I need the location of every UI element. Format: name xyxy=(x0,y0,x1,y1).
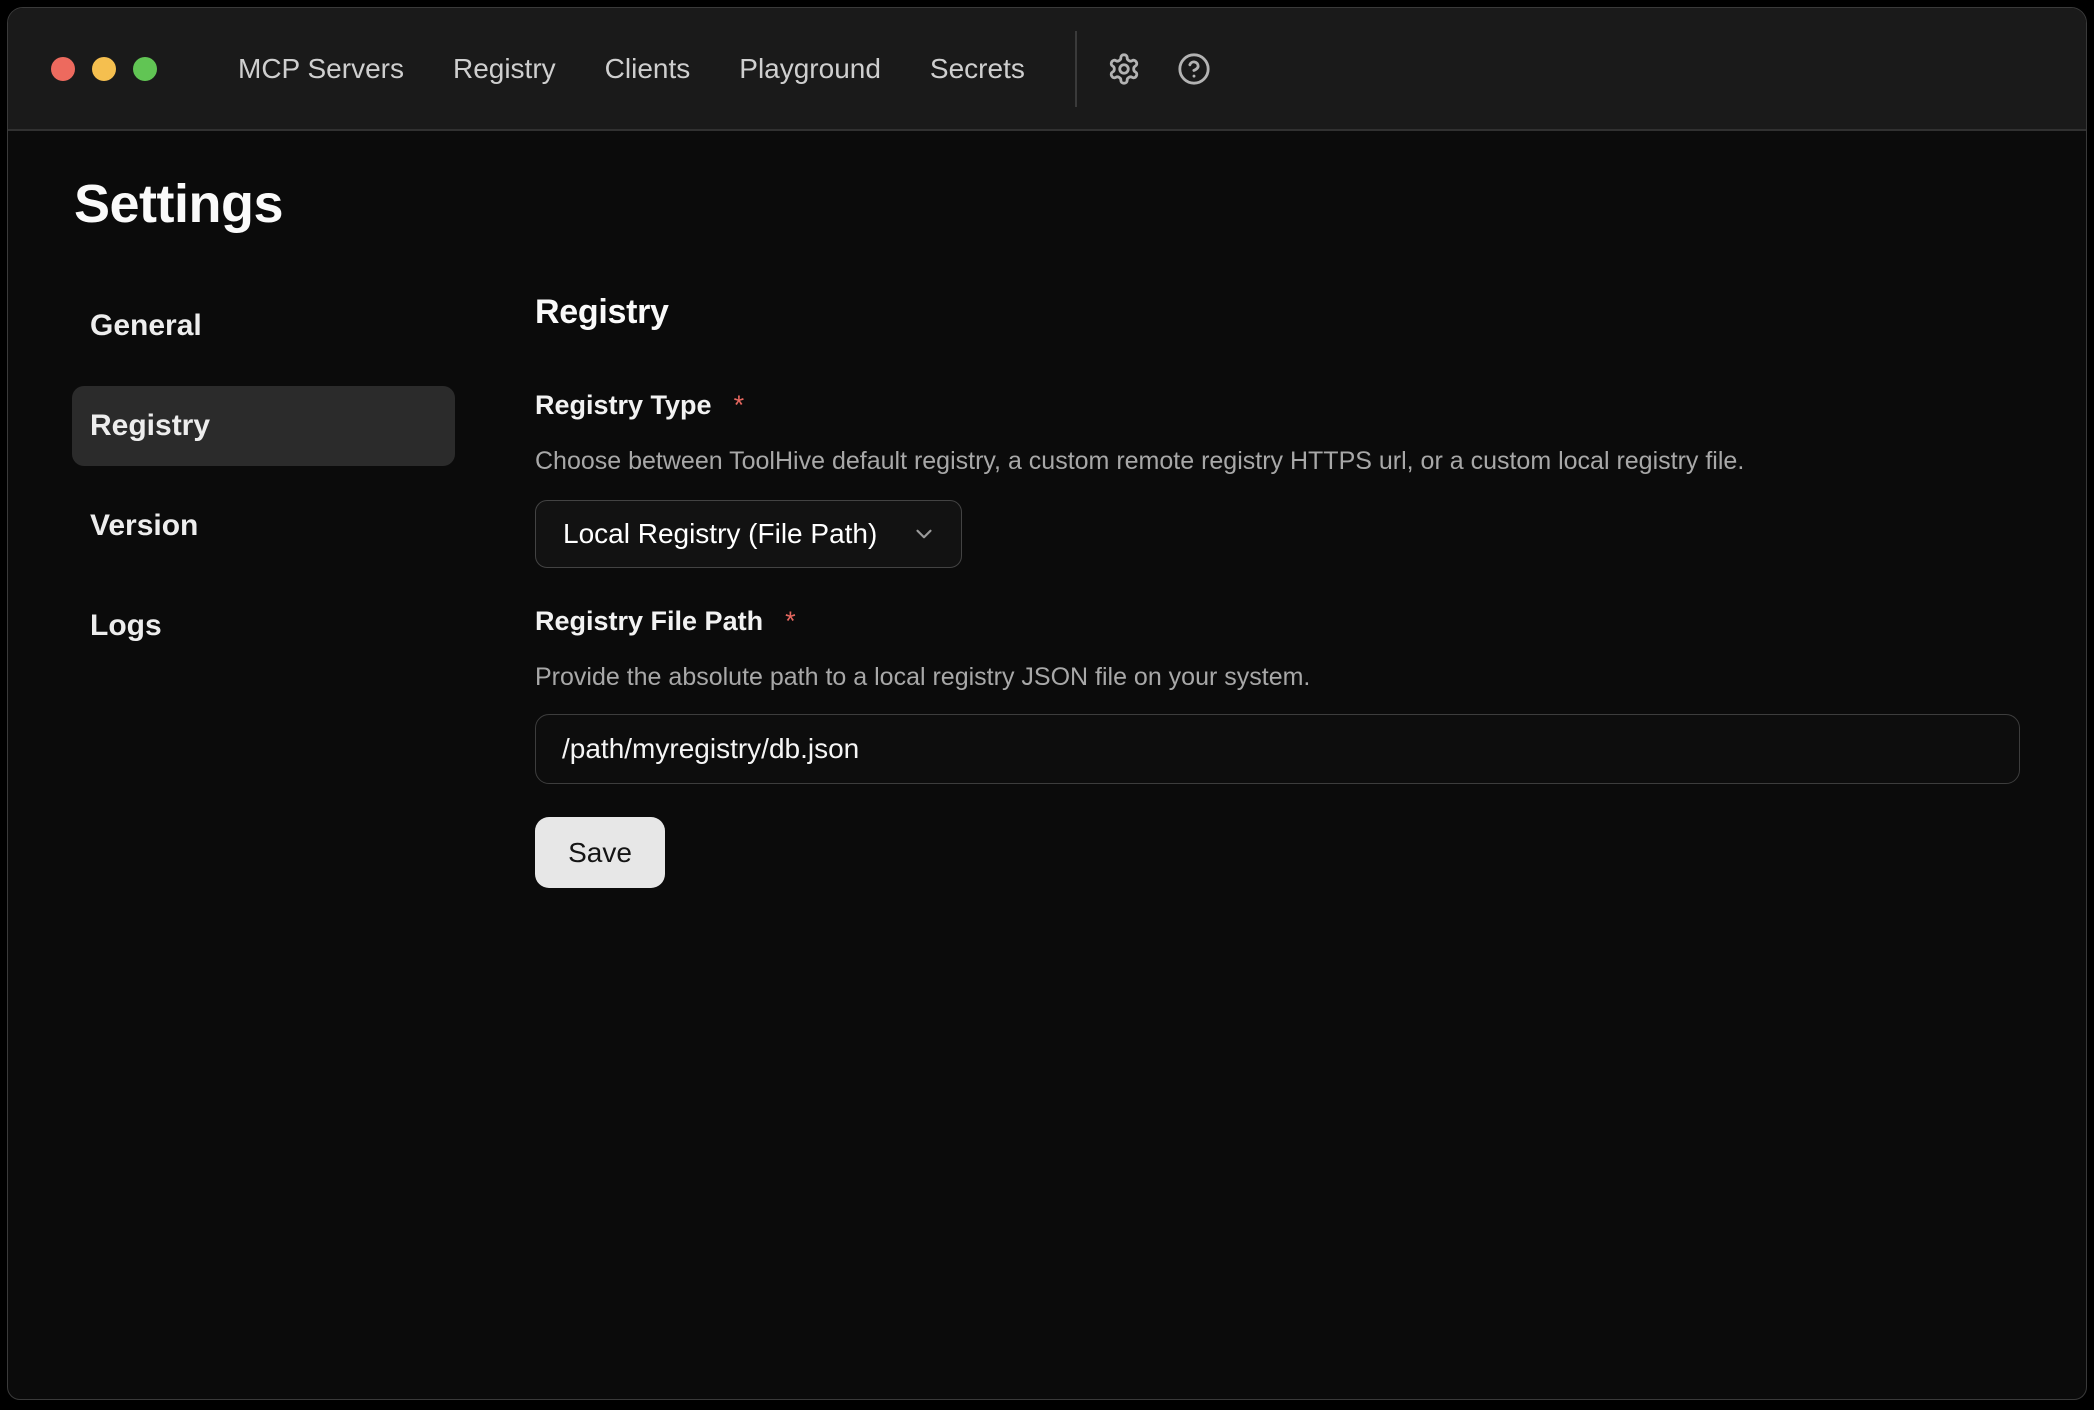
nav-item-secrets[interactable]: Secrets xyxy=(930,53,1025,85)
nav-item-playground[interactable]: Playground xyxy=(739,53,881,85)
settings-layout: General Registry Version Logs Registry R… xyxy=(8,286,2086,888)
required-asterisk: * xyxy=(734,389,745,422)
nav-item-clients[interactable]: Clients xyxy=(605,53,691,85)
help-circle-icon xyxy=(1177,52,1211,86)
registry-type-label: Registry Type xyxy=(535,389,712,422)
registry-file-path-label-row: Registry File Path * xyxy=(535,605,2086,638)
sidebar-item-logs[interactable]: Logs xyxy=(72,586,455,666)
registry-file-path-input[interactable] xyxy=(535,714,2020,784)
zoom-button[interactable] xyxy=(133,57,157,81)
nav-item-mcp-servers[interactable]: MCP Servers xyxy=(238,53,404,85)
registry-file-path-label: Registry File Path xyxy=(535,605,763,638)
sidebar-item-version[interactable]: Version xyxy=(72,486,455,566)
registry-type-selected-value: Local Registry (File Path) xyxy=(563,518,877,550)
traffic-lights xyxy=(51,57,157,81)
topbar-divider xyxy=(1075,31,1077,107)
registry-type-select[interactable]: Local Registry (File Path) xyxy=(535,500,962,568)
help-button[interactable] xyxy=(1177,52,1211,86)
section-heading: Registry xyxy=(535,292,2086,333)
gear-icon xyxy=(1107,52,1141,86)
main-nav: MCP Servers Registry Clients Playground … xyxy=(238,53,1025,85)
sidebar-item-general[interactable]: General xyxy=(72,286,455,366)
settings-sidebar: General Registry Version Logs xyxy=(72,286,455,666)
minimize-button[interactable] xyxy=(92,57,116,81)
settings-button[interactable] xyxy=(1107,52,1141,86)
page-title: Settings xyxy=(74,172,2086,237)
sidebar-item-registry[interactable]: Registry xyxy=(72,386,455,466)
registry-type-label-row: Registry Type * xyxy=(535,389,2086,422)
title-bar: MCP Servers Registry Clients Playground … xyxy=(8,8,2086,131)
registry-type-description: Choose between ToolHive default registry… xyxy=(535,446,2086,477)
close-button[interactable] xyxy=(51,57,75,81)
chevron-down-icon xyxy=(911,521,937,547)
registry-file-path-description: Provide the absolute path to a local reg… xyxy=(535,662,2086,693)
registry-settings-panel: Registry Registry Type * Choose between … xyxy=(535,286,2086,888)
nav-item-registry[interactable]: Registry xyxy=(453,53,556,85)
app-window: MCP Servers Registry Clients Playground … xyxy=(7,7,2087,1400)
save-button[interactable]: Save xyxy=(535,817,665,888)
required-asterisk: * xyxy=(785,605,796,638)
